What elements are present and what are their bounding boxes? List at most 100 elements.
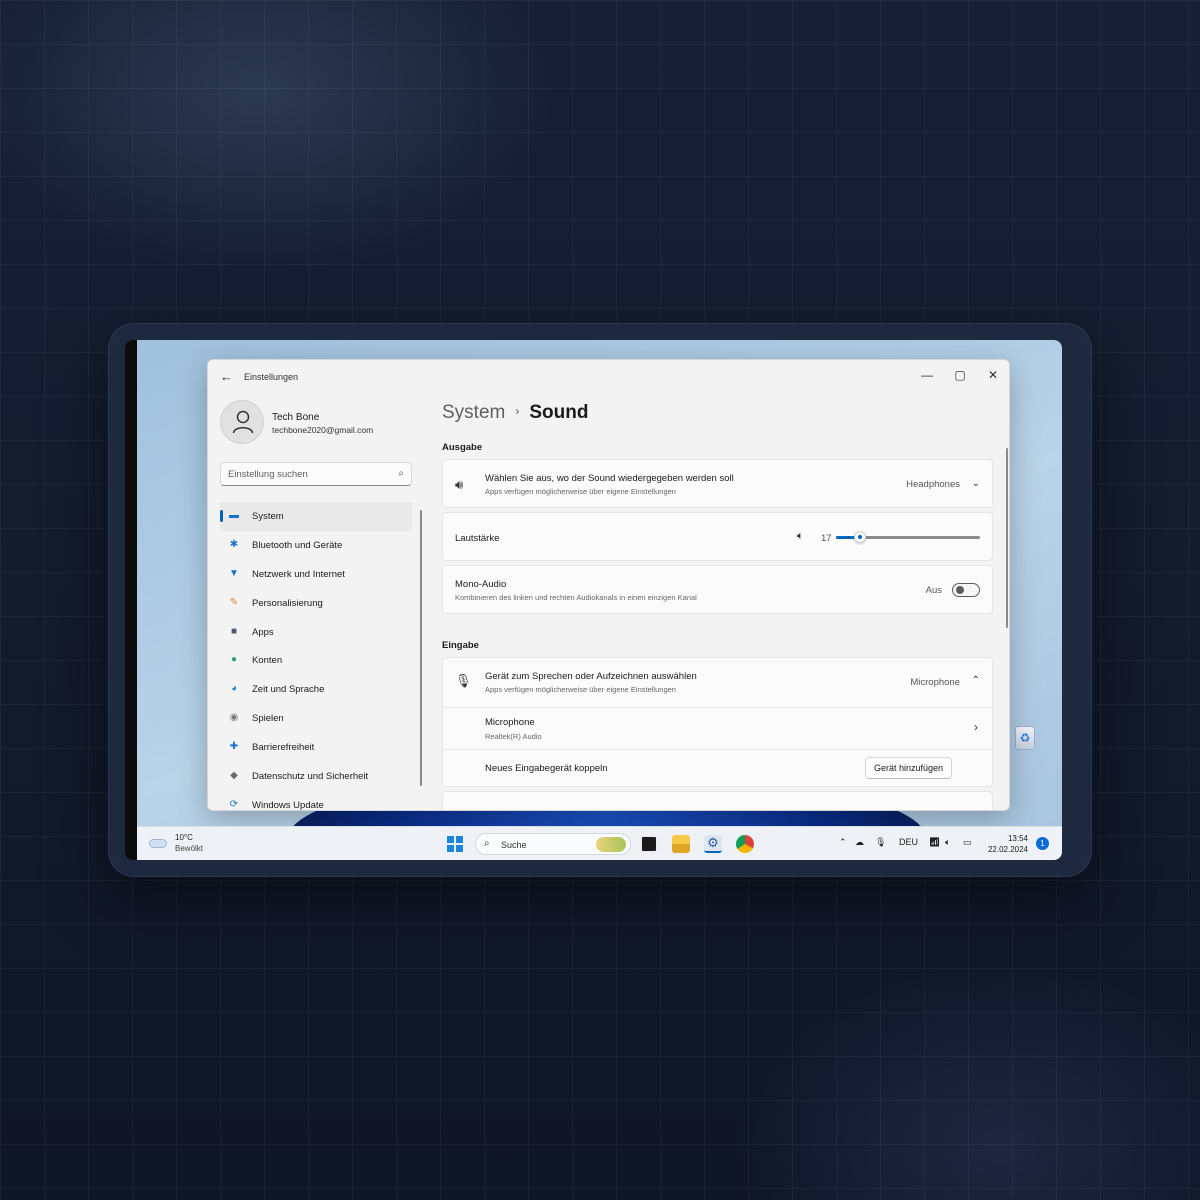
volume-slider-thumb[interactable] [854,531,866,543]
sidebar-item-label: Zeit und Sprache [252,684,325,696]
sidebar-item-label: Personalisierung [252,597,323,609]
sidebar-item-datenschutz-und-sicherheit[interactable]: ◆ Datenschutz und Sicherheit [220,762,412,791]
add-device-button[interactable]: Gerät hinzufügen [865,757,953,779]
recycle-bin-icon: ♻ [1015,726,1035,750]
mono-audio-toggle[interactable] [952,583,980,597]
avatar [220,400,264,444]
accessibility-icon: ✚ [229,741,239,753]
microphone-title: Microphone [485,717,535,728]
clock[interactable]: 13:54 22.02.2024 [984,833,1028,855]
volume-value: 17 [821,533,832,544]
chrome-icon[interactable] [736,835,754,853]
volume-icon[interactable]: 🔈︎ [945,837,950,848]
windows-logo-icon [447,845,454,852]
volume-label: Lautstärke [455,533,500,544]
settings-window: ← Einstellungen — ▢ ✕ Tech Bone techbone… [207,359,1010,811]
input-device-title: Gerät zum Sprechen oder Aufzeichnen ausw… [485,671,697,682]
sidebar-item-konten[interactable]: ● Konten [220,646,412,675]
profile-email: techbone2020@gmail.com [272,425,374,435]
wifi-icon[interactable]: 📶︎ [929,837,940,848]
microphone-subtitle: Realtek(R) Audio [485,732,542,741]
sidebar-item-label: Barrierefreiheit [252,742,315,754]
sidebar-item-barrierefreiheit[interactable]: ✚ Barrierefreiheit [220,733,412,762]
output-device-value: Headphones [906,479,960,490]
update-icon: ⟳ [229,798,239,810]
clock-time: 13:54 [1007,834,1028,843]
speaker-icon: 🔊︎ [455,477,464,492]
search-icon: ⌕ [484,838,490,849]
sidebar-scrollbar[interactable] [420,510,422,786]
window-title: Einstellungen [244,372,299,382]
shield-icon: ◆ [230,770,238,782]
windows-logo-icon [447,836,454,843]
microphone-icon: 🎙︎ [455,673,472,688]
input-volume-card-partial [442,791,993,810]
language-indicator[interactable]: DEU [899,837,918,847]
sidebar-item-netzwerk-und-internet[interactable]: ▼ Netzwerk und Internet [220,560,412,589]
breadcrumb: System › Sound [442,402,588,424]
breadcrumb-system[interactable]: System [442,402,505,423]
microphone-icon[interactable]: 🎙︎ [875,837,886,848]
weather-desc: Bewölkt [175,844,204,853]
monitor-icon: ▬ [229,510,239,521]
sidebar-item-label: System [252,511,284,522]
taskbar-search[interactable]: ⌕ Suche [475,833,631,855]
sidebar-item-label: Netzwerk und Internet [252,568,345,580]
battery-icon[interactable]: ▭ [963,837,972,848]
gamepad-icon: ◉ [229,712,239,724]
recycle-bin-shortcut[interactable]: ♻ [1005,726,1045,754]
chevron-up-icon: ⌃ [971,675,980,686]
sidebar-item-apps[interactable]: ■ Apps [220,618,412,647]
sidebar-item-bluetooth-und-geräte[interactable]: ✱ Bluetooth und Geräte [220,531,412,560]
sidebar-item-spielen[interactable]: ◉ Spielen [220,704,412,733]
input-device-card: 🎙︎ Gerät zum Sprechen oder Aufzeichnen a… [442,657,993,787]
screen: ♻ ← Einstellungen — ▢ ✕ Tech Bone techbo… [125,340,1062,860]
breadcrumb-separator: › [515,404,520,418]
notification-badge[interactable]: 1 [1036,837,1049,850]
mono-audio-title: Mono-Audio [455,579,507,590]
brush-icon: ✎ [229,596,239,608]
taskbar-search-label: Suche [501,840,527,850]
sidebar-item-label: Konten [252,655,283,667]
taskbar: 10°C Bewölkt ⌕ Suche ⚙ ⌃ ☁ 🎙︎ DEU 📶︎ 🔈︎ … [137,826,1062,860]
sidebar-item-label: Bluetooth und Geräte [252,539,343,551]
output-device-subtitle: Apps verfügen möglicherweise über eigene… [485,487,676,496]
clock-date: 22.02.2024 [987,845,1028,854]
search-icon: ⌕ [398,468,404,479]
onedrive-icon[interactable]: ☁ [855,837,864,848]
pair-device-title: Neues Eingabegerät koppeln [485,763,608,774]
sidebar-item-windows-update[interactable]: ⟳ Windows Update [220,791,412,810]
bluetooth-icon: ✱ [229,538,239,550]
content-scrollbar[interactable] [1006,448,1008,628]
sidebar-item-system[interactable]: ▬ System [220,502,412,531]
settings-gear-icon[interactable]: ⚙ [704,835,722,853]
search-highlight-icon [596,837,626,852]
weather-temp: 10°C [175,833,193,842]
input-device-row[interactable]: 🎙︎ Gerät zum Sprechen oder Aufzeichnen a… [443,658,992,707]
section-output-heading: Ausgabe [442,442,483,453]
page-title: Sound [529,402,589,423]
start-button[interactable] [447,836,463,852]
windows-logo-icon [456,845,463,852]
sidebar-item-personalisierung[interactable]: ✎ Personalisierung [220,589,412,618]
sidebar-item-label: Spielen [252,713,284,725]
microphone-row[interactable]: Microphone Realtek(R) Audio › [443,708,992,749]
output-device-card[interactable]: 🔊︎ Wählen Sie aus, wo der Sound wiederge… [442,459,993,508]
sidebar-item-zeit-und-sprache[interactable]: ◕ Zeit und Sprache [220,675,412,704]
chevron-up-icon[interactable]: ⌃ [839,837,847,848]
apps-icon: ■ [230,625,238,637]
user-icon [232,410,254,434]
back-arrow-icon[interactable]: ← [220,369,233,384]
task-view-icon[interactable] [640,835,658,853]
profile-name: Tech Bone [272,412,320,423]
settings-search[interactable]: ⌕ [220,462,412,486]
pair-device-row: Neues Eingabegerät koppeln Gerät hinzufü… [443,750,992,787]
volume-icon[interactable]: 🔈︎ [797,530,804,543]
section-input-heading: Eingabe [442,640,479,651]
file-explorer-icon[interactable] [672,835,690,853]
search-input[interactable] [221,463,381,485]
sidebar-nav: ▬ System ✱ Bluetooth und Geräte ▼ Netzwerk un… [220,502,412,810]
wifi-icon: ▼ [229,567,239,579]
globe-clock-icon: ◕ [230,683,238,695]
mono-audio-card: Mono-Audio Kombinieren des linken und re… [442,565,993,614]
